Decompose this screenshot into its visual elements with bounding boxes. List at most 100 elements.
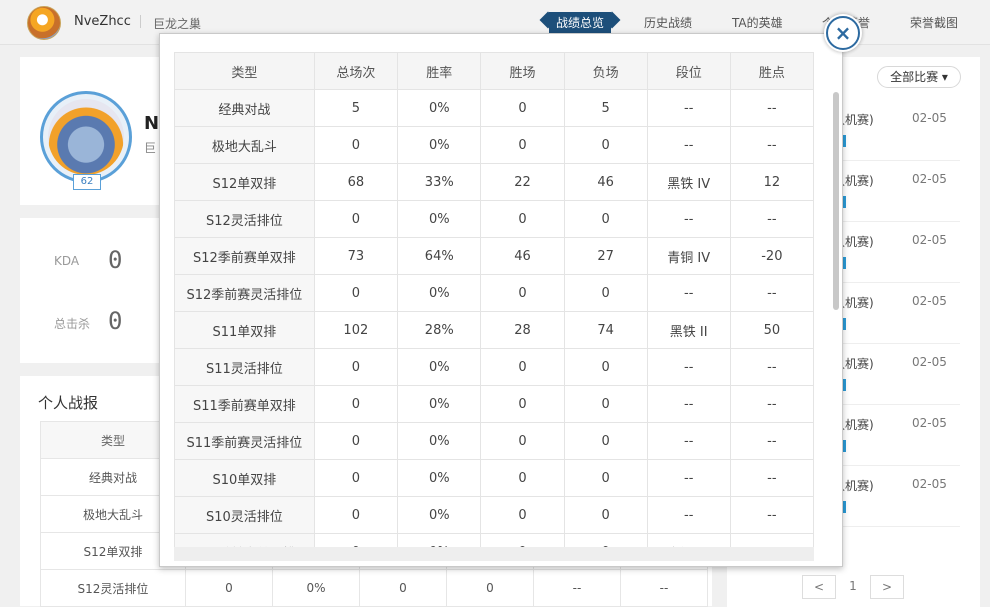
table-row: S12季前赛单双排 73 64% 46 27 青铜 IV -20 [174,237,814,275]
table-cell: 46 [563,163,648,201]
table-row: S12灵活排位 0 0% 0 0 -- -- [40,569,708,607]
table-cell: 28 [480,311,565,349]
table-cell: S11季前赛灵活排位 [174,422,315,460]
match-filter-dropdown[interactable]: 全部比赛 ▾ [877,66,961,88]
table-cell: -- [729,533,814,547]
table-cell: 74 [563,311,648,349]
username: NveZhcc [74,14,131,29]
table-cell: -- [729,89,814,127]
table-row: S11灵活排位 0 0% 0 0 -- -- [174,348,814,386]
table-cell: 0% [397,89,482,127]
col-type: 类型 [174,52,315,90]
champion-portrait-icon [48,99,124,175]
table-cell: S10单双排 [174,459,315,497]
kda-label: KDA [54,254,80,268]
table-cell: 0 [313,496,399,534]
table-cell: 经典对战 [174,89,315,127]
table-cell: 0 [480,385,565,423]
table-cell: -- [729,459,814,497]
table-cell: 5 [313,89,399,127]
section-title: 个人战报 [38,394,99,412]
table-row: S11季前赛单双排 0 0% 0 0 -- -- [174,385,814,423]
vertical-scrollbar[interactable] [833,92,839,310]
table-cell: 0% [397,422,482,460]
user-avatar-icon[interactable] [27,6,61,40]
table-cell: -- [646,200,731,238]
table-cell: 46 [480,237,565,275]
table-row: 极地大乱斗 0 0% 0 0 -- -- [174,126,814,164]
table-cell: 0 [313,459,399,497]
profile-server: 巨 [144,141,157,155]
table-cell: -- [729,496,814,534]
table-cell: -- [646,459,731,497]
col-winrate: 胜率 [397,52,482,90]
table-cell: 0 [313,348,399,386]
table-row: S10灵活排位 0 0% 0 0 -- -- [174,496,814,534]
table-cell: 黑铁 IV [646,163,731,201]
table-cell: S11季前赛单双排 [174,385,315,423]
table-cell: 73 [313,237,399,275]
table-cell: 0 [563,126,648,164]
table-cell: 0 [563,274,648,312]
tab-history[interactable]: 历史战绩 [644,14,692,31]
table-cell: -- [729,126,814,164]
chevron-down-icon: ▾ [941,70,948,84]
col-losses: 负场 [563,52,648,90]
table-cell: 0 [313,533,399,547]
level-badge: 62 [73,174,101,190]
table-cell: 0 [563,422,648,460]
table-cell: S11灵活排位 [174,348,315,386]
table-row: S12灵活排位 0 0% 0 0 -- -- [174,200,814,238]
horizontal-scrollbar[interactable] [174,547,814,561]
table-cell: 50 [729,311,814,349]
table-cell: 白银 IV [646,533,731,547]
table-cell: -- [646,496,731,534]
modal-scroll-area[interactable]: 类型 总场次 胜率 胜场 负场 段位 胜点 经典对战 5 0% 0 5 -- -- 极地大乱斗… [174,52,814,547]
table-cell: 0 [563,385,648,423]
overview-table: 类型 总场次 胜率 胜场 负场 段位 胜点 经典对战 5 0% 0 5 -- -- 极地大乱斗… [174,52,814,547]
col-wins: 胜场 [480,52,565,90]
table-cell: 0 [480,422,565,460]
kda-value: 0 [108,246,123,274]
table-cell: -- [646,89,731,127]
table-row: S10单双排 0 0% 0 0 -- -- [174,459,814,497]
kills-value: 0 [108,307,123,335]
divider [140,15,141,28]
table-cell: 0% [397,274,482,312]
table-cell: -- [729,200,814,238]
table-cell: -- [646,348,731,386]
table-cell: 0% [397,533,482,547]
table-cell: 0% [397,496,482,534]
table-cell: 0 [563,533,648,547]
pager-prev-button[interactable]: < [802,575,836,599]
table-cell: S12季前赛灵活排位 [174,274,315,312]
table-cell: 12 [729,163,814,201]
table-cell: 0 [313,385,399,423]
table-cell: S12季前赛单双排 [174,237,315,275]
col-lp: 胜点 [729,52,814,90]
avatar: 62 [40,91,132,190]
table-cell: S10灵活排位 [174,496,315,534]
table-cell: -- [646,422,731,460]
table-cell: 极地大乱斗 [174,126,315,164]
col-tier: 段位 [646,52,731,90]
tab-screenshots[interactable]: 荣誉截图 [910,14,958,31]
table-cell: 0% [397,385,482,423]
close-button[interactable]: × [826,16,860,50]
table-cell: -- [646,126,731,164]
table-cell: 0 [313,422,399,460]
table-cell: -- [646,385,731,423]
table-cell: S12单双排 [174,163,315,201]
table-cell: -- [729,422,814,460]
tab-overview[interactable]: 战绩总览 [549,12,612,33]
tab-champions[interactable]: TA的英雄 [732,14,783,31]
table-row: S12季前赛灵活排位 0 0% 0 0 -- -- [174,274,814,312]
table-cell: 64% [397,237,482,275]
table-cell: 0% [397,348,482,386]
table-cell: 0 [563,200,648,238]
table-cell: S11单双排 [174,311,315,349]
table-cell: S10季前赛单双排 [174,533,315,547]
table-cell: 5 [563,89,648,127]
table-row: S10季前赛单双排00%00白银 IV-- [174,533,814,547]
pager-next-button[interactable]: > [870,575,904,599]
